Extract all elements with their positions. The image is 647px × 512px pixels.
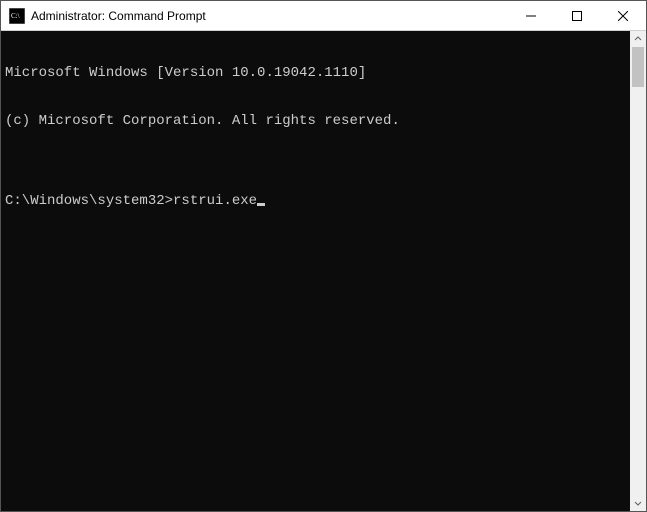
prompt-line: C:\Windows\system32>rstrui.exe [5,193,626,209]
window-title: Administrator: Command Prompt [31,1,508,31]
maximize-icon [572,11,582,21]
close-button[interactable] [600,1,646,31]
svg-text:C:\: C:\ [11,12,20,20]
text-cursor [257,203,265,206]
cmd-icon: C:\ [9,8,25,24]
client-area: Microsoft Windows [Version 10.0.19042.11… [1,31,646,511]
version-line: Microsoft Windows [Version 10.0.19042.11… [5,65,626,81]
terminal-output[interactable]: Microsoft Windows [Version 10.0.19042.11… [1,31,630,511]
scroll-down-button[interactable] [630,495,646,511]
scroll-thumb[interactable] [632,47,644,87]
typed-command: rstrui.exe [173,193,257,209]
maximize-button[interactable] [554,1,600,31]
scroll-track[interactable] [630,47,646,495]
chevron-down-icon [634,499,642,507]
chevron-up-icon [634,35,642,43]
titlebar[interactable]: C:\ Administrator: Command Prompt [1,1,646,31]
window-controls [508,1,646,30]
minimize-icon [526,11,536,21]
scroll-up-button[interactable] [630,31,646,47]
close-icon [618,11,628,21]
cmd-window: C:\ Administrator: Command Prompt [0,0,647,512]
copyright-line: (c) Microsoft Corporation. All rights re… [5,113,626,129]
prompt-path: C:\Windows\system32> [5,193,173,209]
vertical-scrollbar[interactable] [630,31,646,511]
minimize-button[interactable] [508,1,554,31]
